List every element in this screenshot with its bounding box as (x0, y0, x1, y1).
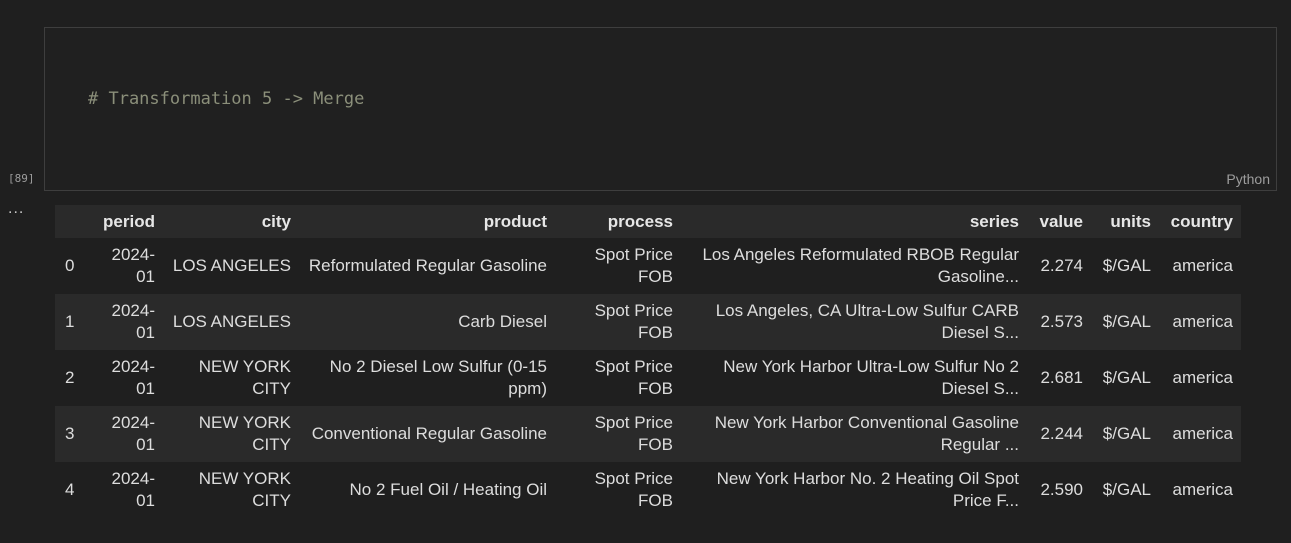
row-index: 3 (65, 424, 75, 443)
dataframe-output: period city product process series value… (55, 205, 1241, 518)
row-index: 0 (65, 256, 75, 275)
cell-series: New York Harbor No. 2 Heating Oil Spot P… (716, 469, 1019, 510)
cell-product: No 2 Diesel Low Sulfur (0-15 ppm) (329, 357, 547, 398)
column-header-country: country (1170, 211, 1233, 231)
cell-series: Los Angeles Reformulated RBOB Regular Ga… (702, 245, 1019, 286)
row-index: 2 (65, 368, 75, 387)
code-line-comment: # Transformation 5 -> Merge (88, 88, 764, 112)
code-cell[interactable]: # Transformation 5 -> Merge countries = … (44, 27, 1277, 391)
cell-language-label[interactable]: Python (1226, 171, 1270, 187)
cell-country: america (1172, 312, 1233, 331)
column-header-product: product (483, 211, 547, 231)
cell-process: Spot Price FOB (594, 469, 673, 510)
cell-period: 2024-01 (111, 469, 155, 510)
cell-process: Spot Price FOB (594, 245, 673, 286)
cell-city: NEW YORK CITY (198, 357, 291, 398)
column-header-units: units (1110, 211, 1151, 231)
cell-process: Spot Price FOB (594, 357, 673, 398)
table-header-row: period city product process series value… (55, 205, 1241, 238)
cell-period: 2024-01 (111, 301, 155, 342)
row-index: 1 (65, 312, 75, 331)
column-header-index (55, 205, 93, 238)
cell-units: $/GAL (1102, 424, 1151, 443)
column-header-process: process (607, 211, 673, 231)
column-header-period: period (103, 211, 155, 231)
table-row: 2 2024-01 NEW YORK CITY No 2 Diesel Low … (55, 350, 1241, 406)
cell-value: 2.573 (1040, 312, 1083, 331)
cell-city: NEW YORK CITY (198, 413, 291, 454)
table-row: 4 2024-01 NEW YORK CITY No 2 Fuel Oil / … (55, 462, 1241, 518)
table-row: 3 2024-01 NEW YORK CITY Conventional Reg… (55, 406, 1241, 462)
output-actions-button[interactable]: ... (8, 200, 24, 218)
cell-product: Reformulated Regular Gasoline (308, 256, 547, 275)
code-comment: # Transformation 5 -> Merge (88, 89, 365, 109)
column-header-series: series (969, 211, 1019, 231)
cell-series: Los Angeles, CA Ultra-Low Sulfur CARB Di… (715, 301, 1019, 342)
cell-series: New York Harbor Conventional Gasoline Re… (714, 413, 1019, 454)
column-header-value: value (1039, 211, 1083, 231)
cell-city: LOS ANGELES (172, 312, 291, 331)
cell-value: 2.590 (1040, 480, 1083, 499)
cell-process: Spot Price FOB (594, 413, 673, 454)
execution-count: [89] (8, 172, 35, 185)
cell-product: No 2 Fuel Oil / Heating Oil (349, 480, 547, 499)
cell-country: america (1172, 424, 1233, 443)
cell-period: 2024-01 (111, 245, 155, 286)
cell-series: New York Harbor Ultra-Low Sulfur No 2 Di… (723, 357, 1019, 398)
cell-product: Conventional Regular Gasoline (311, 424, 547, 443)
cell-country: america (1172, 256, 1233, 275)
cell-units: $/GAL (1102, 256, 1151, 275)
cell-units: $/GAL (1102, 480, 1151, 499)
cell-city: NEW YORK CITY (198, 469, 291, 510)
column-header-city: city (261, 211, 291, 231)
table-row: 1 2024-01 LOS ANGELES Carb Diesel Spot P… (55, 294, 1241, 350)
cell-units: $/GAL (1102, 312, 1151, 331)
row-index: 4 (65, 480, 75, 499)
cell-city: LOS ANGELES (172, 256, 291, 275)
cell-country: america (1172, 480, 1233, 499)
table-row: 0 2024-01 LOS ANGELES Reformulated Regul… (55, 238, 1241, 294)
cell-period: 2024-01 (111, 413, 155, 454)
cell-units: $/GAL (1102, 368, 1151, 387)
cell-country: america (1172, 368, 1233, 387)
cell-product: Carb Diesel (458, 312, 547, 331)
cell-period: 2024-01 (111, 357, 155, 398)
cell-value: 2.244 (1040, 424, 1083, 443)
cell-value: 2.274 (1040, 256, 1083, 275)
cell-process: Spot Price FOB (594, 301, 673, 342)
cell-value: 2.681 (1040, 368, 1083, 387)
